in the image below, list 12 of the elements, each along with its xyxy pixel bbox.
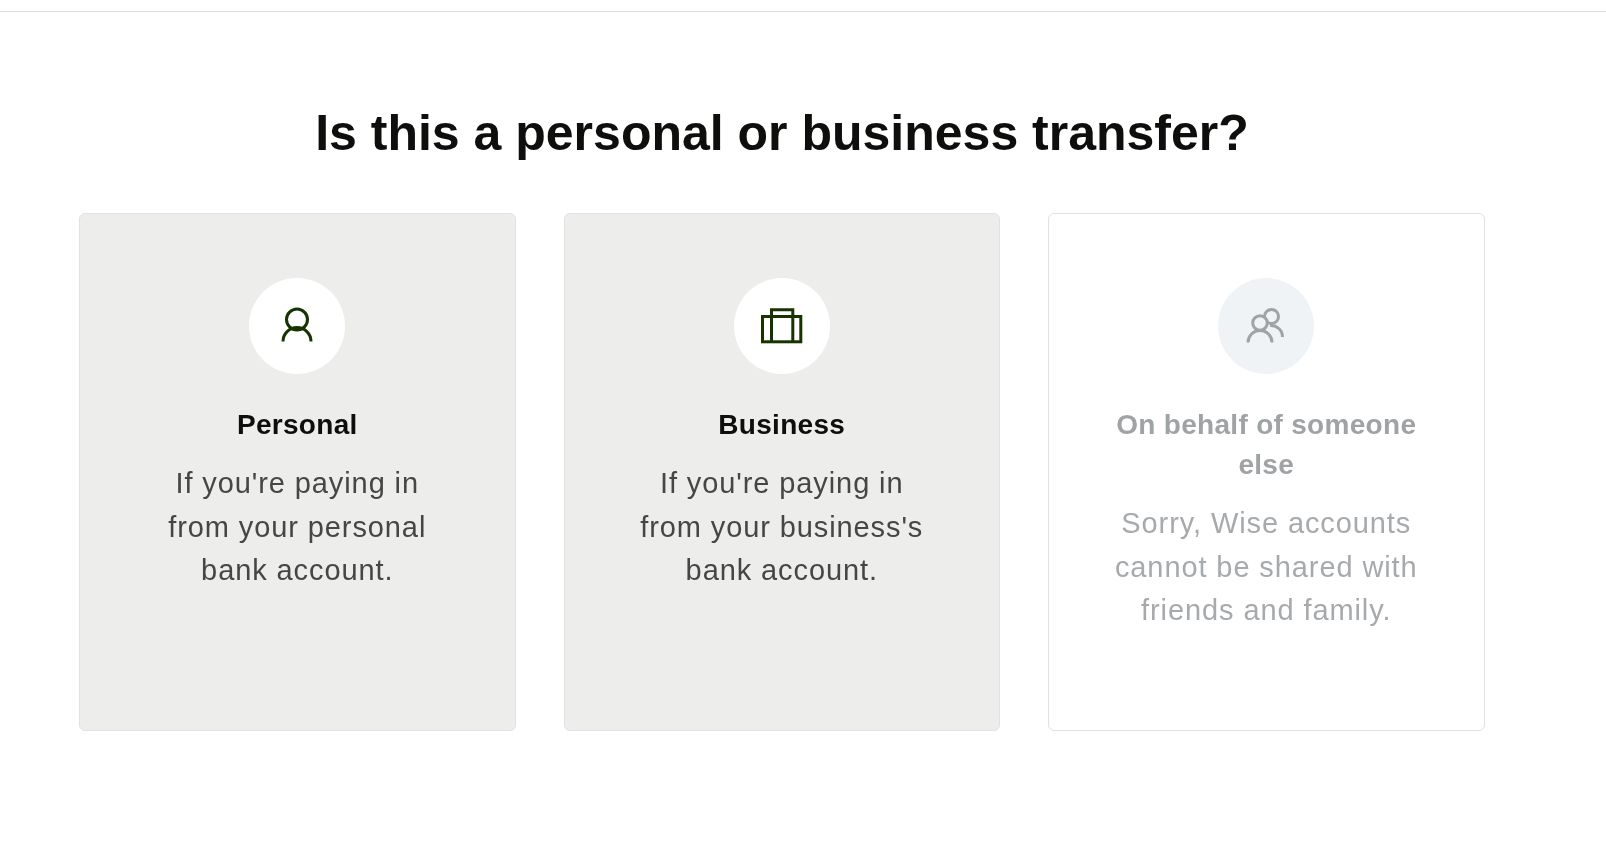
option-description: Sorry, Wise accounts cannot be shared with friends and family. — [1113, 506, 1419, 629]
briefcase-icon — [733, 278, 830, 374]
person-icon — [249, 278, 346, 374]
option-description: If you're paying in from your personal bank account. — [167, 466, 428, 589]
option-card[interactable]: Personal If you're paying in from your personal bank account. — [79, 213, 516, 731]
page-heading: Is this a personal or business transfer? — [314, 104, 1250, 163]
option-card[interactable]: Business If you're paying in from your business's bank account. — [563, 213, 1000, 731]
option-description: If you're paying in from your business's bank account. — [639, 466, 925, 589]
option-title: Business — [718, 408, 846, 442]
people-icon — [1218, 278, 1315, 374]
option-title: Personal — [236, 408, 358, 442]
option-title: On behalf of someone else — [1115, 408, 1418, 482]
